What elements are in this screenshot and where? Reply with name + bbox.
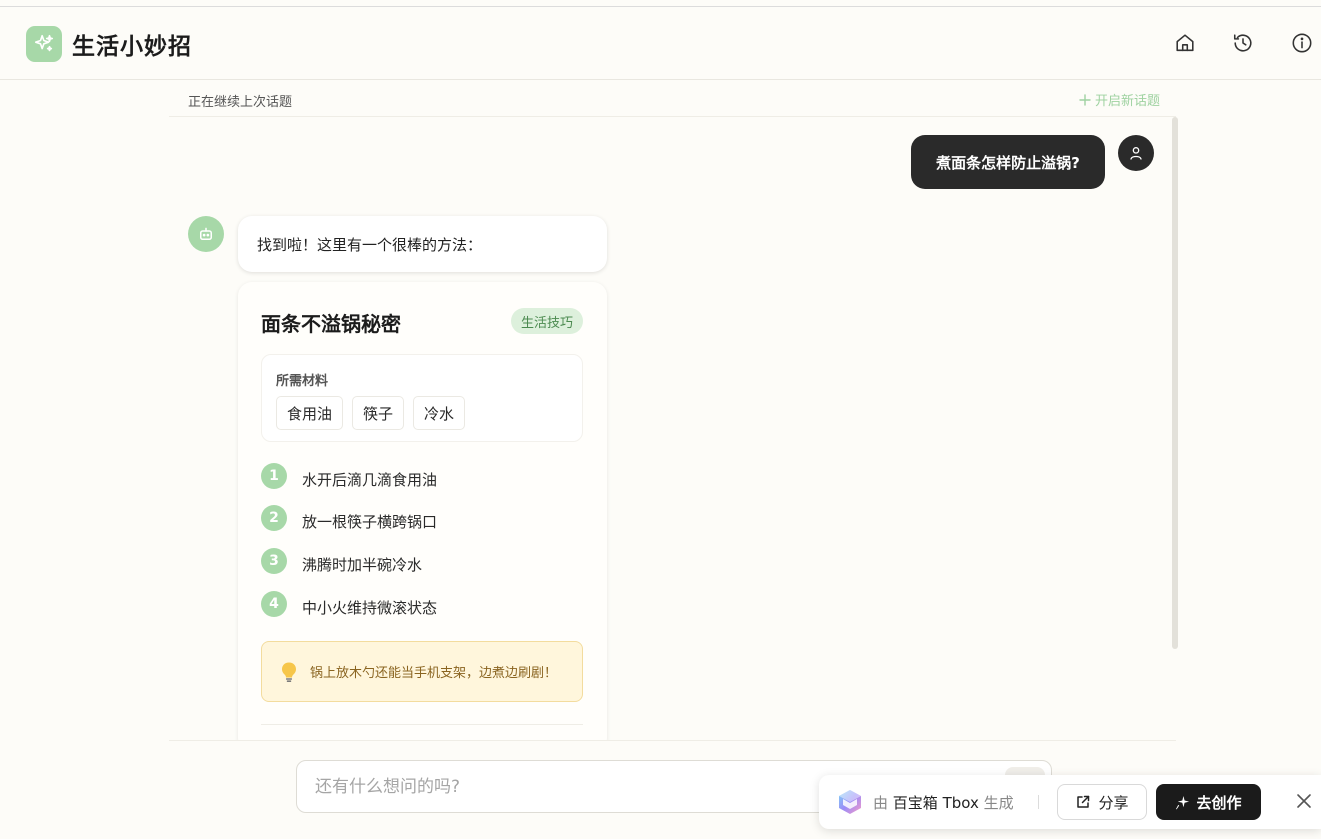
conversation-status-bar: 正在继续上次话题 开启新话题 — [169, 80, 1176, 117]
bot-intro-text: 找到啦！这里有一个很棒的方法： — [257, 236, 483, 254]
composer-divider — [169, 740, 1176, 741]
tbox-prefix: 由 — [873, 794, 889, 812]
tip-card: 面条不溢锅秘密 生活技巧 所需材料 食用油 筷子 冷水 1 水开后滴几滴食用油 … — [238, 282, 607, 752]
materials-label: 所需材料 — [276, 374, 329, 389]
sparkles-icon — [34, 34, 54, 52]
create-label: 去创作 — [1196, 793, 1242, 812]
close-icon[interactable] — [1295, 792, 1313, 810]
share-label: 分享 — [1098, 793, 1129, 812]
card-divider — [261, 724, 583, 725]
app-header: 生活小妙招 — [0, 7, 1321, 80]
material-chip: 食用油 — [276, 396, 344, 430]
tbox-separator — [1038, 795, 1039, 809]
bot-message-bubble: 找到啦！这里有一个很棒的方法： — [238, 216, 607, 272]
create-button[interactable]: 去创作 — [1156, 784, 1261, 820]
share-icon — [1077, 795, 1090, 808]
tip-text: 锅上放木勺还能当手机支架，边煮边刷剧！ — [310, 666, 558, 681]
share-button[interactable]: 分享 — [1057, 784, 1147, 820]
step-item: 3 沸腾时加半碗冷水 — [261, 547, 422, 575]
tbox-attribution: 由 百宝箱 Tbox 生成 — [873, 792, 1014, 813]
material-chip: 冷水 — [413, 396, 466, 430]
step-item: 2 放一根筷子横跨锅口 — [261, 504, 437, 532]
user-message-bubble: 煮面条怎样防止溢锅? — [911, 135, 1105, 189]
card-title: 面条不溢锅秘密 — [261, 312, 401, 336]
new-topic-label: 开启新话题 — [1094, 94, 1160, 109]
material-chip: 筷子 — [352, 396, 405, 430]
tbox-suffix: 生成 — [983, 794, 1014, 812]
step-item: 4 中小火维持微滚状态 — [261, 590, 437, 618]
bot-avatar — [188, 216, 224, 252]
plus-icon — [1079, 93, 1091, 106]
step-text: 沸腾时加半碗冷水 — [302, 555, 423, 574]
step-number: 3 — [261, 548, 287, 574]
tbox-promo-bar: 由 百宝箱 Tbox 生成 分享 去创作 — [819, 775, 1321, 829]
tbox-brand: 百宝箱 Tbox — [892, 794, 979, 812]
robot-icon — [200, 227, 212, 240]
lightbulb-icon — [282, 662, 296, 682]
info-icon[interactable] — [1290, 31, 1314, 55]
app-logo — [26, 26, 62, 62]
tbox-logo — [839, 790, 861, 814]
user-message-text: 煮面条怎样防止溢锅? — [936, 153, 1080, 172]
app-title: 生活小妙招 — [72, 33, 192, 60]
step-text: 放一根筷子横跨锅口 — [302, 512, 438, 531]
history-icon[interactable] — [1231, 31, 1255, 55]
user-icon — [1130, 147, 1142, 160]
step-text: 中小火维持微滚状态 — [302, 598, 438, 617]
tip-box: 锅上放木勺还能当手机支架，边煮边刷剧！ — [261, 641, 583, 702]
continue-status-text: 正在继续上次话题 — [188, 95, 293, 110]
user-avatar — [1118, 135, 1154, 171]
step-number: 1 — [261, 463, 287, 489]
step-text: 水开后滴几滴食用油 — [302, 470, 438, 489]
step-number: 2 — [261, 505, 287, 531]
magic-sparkle-icon — [1176, 795, 1190, 809]
category-badge: 生活技巧 — [510, 308, 583, 334]
chat-scrollbar[interactable] — [1172, 117, 1178, 649]
step-number: 4 — [261, 591, 287, 617]
new-topic-button[interactable]: 开启新话题 — [1079, 90, 1160, 109]
home-icon[interactable] — [1173, 31, 1197, 55]
materials-section: 所需材料 食用油 筷子 冷水 — [261, 354, 583, 442]
step-item: 1 水开后滴几滴食用油 — [261, 462, 437, 490]
